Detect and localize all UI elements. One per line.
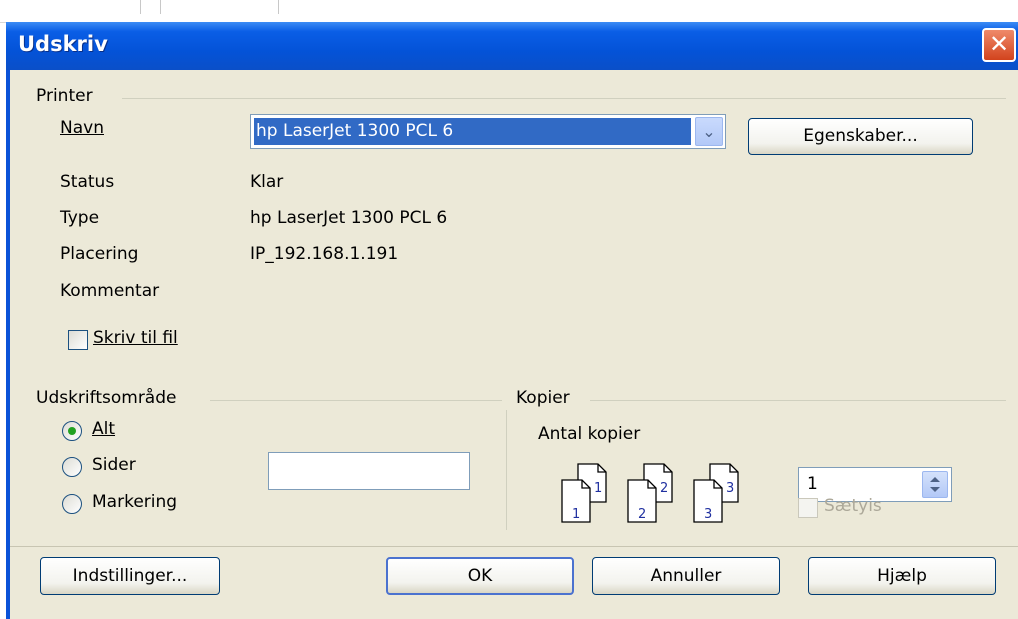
- copies-group-separator: [506, 410, 507, 530]
- properties-button[interactable]: Egenskaber...: [748, 118, 973, 155]
- copies-group-label: Kopier: [516, 388, 570, 408]
- print-range-selection-radio[interactable]: [62, 494, 82, 514]
- printer-group-label: Printer: [36, 86, 93, 106]
- collate-label-top-1: 1: [594, 481, 602, 496]
- printer-name-value: hp LaserJet 1300 PCL 6: [254, 118, 691, 145]
- buttons-divider: [10, 546, 1018, 547]
- print-range-group-divider: [210, 400, 502, 401]
- cancel-button-label: Annuller: [650, 566, 722, 586]
- pages-input[interactable]: [268, 452, 470, 490]
- close-icon[interactable]: ✕: [982, 28, 1016, 62]
- background-spreadsheet: [0, 0, 1018, 23]
- options-button-label: Indstillinger...: [72, 566, 188, 586]
- collate-label: Sætyis: [824, 496, 882, 516]
- print-range-selection-label[interactable]: Markering: [92, 492, 177, 512]
- copies-count-label: Antal kopier: [538, 424, 641, 444]
- cancel-button[interactable]: Annuller: [592, 557, 780, 595]
- collate-label-bottom-1: 1: [572, 507, 580, 522]
- print-to-file-checkbox[interactable]: [68, 330, 88, 350]
- collate-label-bottom-3: 3: [704, 507, 712, 522]
- spin-arrows-glyph: [930, 477, 940, 492]
- background-gridline: [278, 0, 279, 14]
- collate-label-bottom-2: 2: [638, 507, 646, 522]
- chevron-down-icon[interactable]: ⌄: [695, 117, 723, 146]
- collate-label-top-3: 3: [726, 481, 734, 496]
- comment-label: Kommentar: [60, 281, 160, 301]
- location-label: Placering: [60, 244, 139, 264]
- printer-name-label: Navn: [60, 118, 104, 138]
- collate-label-top-2: 2: [660, 481, 668, 496]
- printer-name-select[interactable]: hp LaserJet 1300 PCL 6 ⌄: [250, 114, 726, 149]
- help-button[interactable]: Hjælp: [808, 557, 996, 595]
- type-label: Type: [60, 208, 100, 228]
- ok-button-label: OK: [467, 566, 493, 586]
- print-range-all-label[interactable]: Alt: [92, 419, 115, 439]
- print-dialog: Udskriv ✕ Printer Navn hp LaserJet 1300 …: [6, 22, 1018, 619]
- ok-button[interactable]: OK: [386, 557, 574, 595]
- collate-page-2-icon: 2 2: [627, 463, 673, 523]
- properties-button-label: Egenskaber...: [803, 126, 918, 146]
- copies-group-divider: [590, 400, 1006, 401]
- title-bar: Udskriv ✕: [6, 22, 1018, 70]
- collate-page-1-icon: 1 1: [561, 463, 607, 523]
- print-to-file-label[interactable]: Skriv til fil: [93, 328, 178, 348]
- radio-selected-dot: [68, 427, 76, 435]
- type-value: hp LaserJet 1300 PCL 6: [250, 208, 448, 228]
- spin-arrows-icon[interactable]: [922, 471, 948, 498]
- background-gridline: [140, 0, 141, 14]
- print-range-pages-label[interactable]: Sider: [92, 455, 136, 475]
- collate-checkbox[interactable]: [798, 498, 818, 518]
- options-button[interactable]: Indstillinger...: [40, 557, 220, 595]
- print-range-pages-radio[interactable]: [62, 457, 82, 477]
- help-button-label: Hjælp: [877, 566, 927, 586]
- dialog-title: Udskriv: [18, 32, 108, 56]
- status-value: Klar: [250, 172, 284, 192]
- print-range-all-radio[interactable]: [62, 421, 82, 441]
- location-value: IP_192.168.1.191: [250, 244, 399, 264]
- dialog-body: Printer Navn hp LaserJet 1300 PCL 6 ⌄ Eg…: [10, 70, 1018, 619]
- collate-page-3-icon: 3 3: [693, 463, 739, 523]
- print-range-group-label: Udskriftsområde: [36, 388, 177, 408]
- print-to-file-text: Skriv til fil: [93, 328, 178, 348]
- copies-count-value: 1: [807, 474, 818, 494]
- background-gridline: [160, 0, 161, 14]
- printer-group-divider: [122, 98, 1006, 99]
- status-label: Status: [60, 172, 115, 192]
